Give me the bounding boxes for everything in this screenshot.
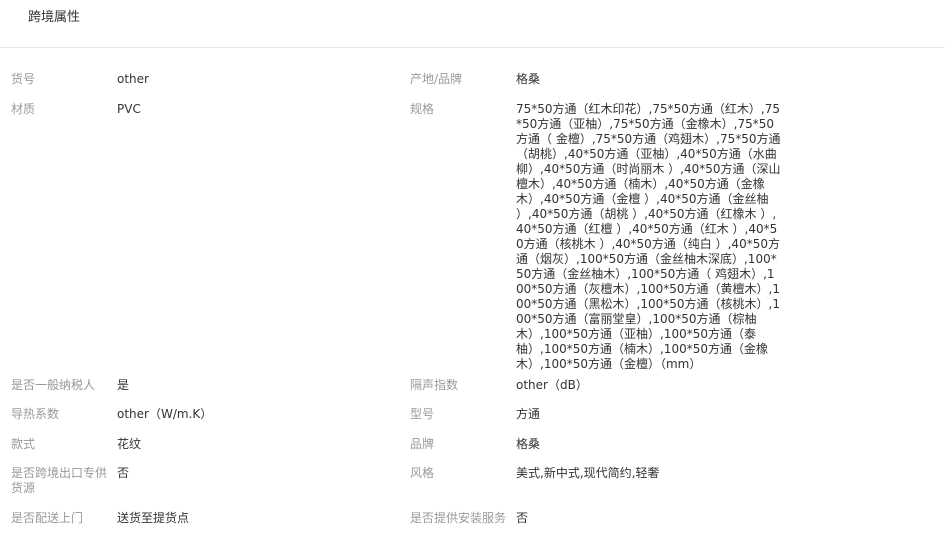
attr-label: 风格 bbox=[410, 466, 435, 480]
attr-cell-taxpayer: 是否一般纳税人 是 bbox=[0, 378, 400, 393]
attr-label: 导热系数 bbox=[11, 407, 60, 421]
attr-cell-brand: 品牌 格桑 bbox=[400, 437, 945, 452]
attr-value: 送货至提货点 bbox=[117, 511, 190, 525]
attr-cell-cross-border: 是否跨境出口专供货源 否 bbox=[0, 466, 400, 496]
section-header: 跨境属性 bbox=[0, 0, 945, 48]
attr-value: 花纹 bbox=[117, 437, 142, 451]
attr-label: 规格 bbox=[410, 102, 435, 116]
attr-cell-delivery: 是否配送上门 送货至提货点 bbox=[0, 511, 400, 526]
attr-label: 隔声指数 bbox=[410, 378, 459, 392]
attr-value: other bbox=[117, 72, 149, 86]
attr-value: 方通 bbox=[516, 407, 541, 421]
section-title: 跨境属性 bbox=[28, 10, 81, 25]
attr-row-thermal: 导热系数 other（W/m.K） 型号 方通 bbox=[0, 407, 945, 422]
attr-value: other（W/m.K） bbox=[117, 407, 213, 421]
attr-value: 否 bbox=[516, 511, 529, 525]
attr-label: 是否一般纳税人 bbox=[11, 378, 96, 392]
attr-cell-specification: 规格 75*50方通（红木印花）,75*50方通（红木）,75*50方通（亚柚）… bbox=[400, 102, 945, 372]
attr-value: 格桑 bbox=[516, 437, 541, 451]
attr-cell-pattern: 款式 花纹 bbox=[0, 437, 400, 452]
attr-label: 型号 bbox=[410, 407, 435, 421]
attr-row-cross-border: 是否跨境出口专供货源 否 风格 美式,新中式,现代简约,轻奢 bbox=[0, 466, 945, 496]
attr-label: 是否跨境出口专供货源 bbox=[11, 466, 108, 495]
attr-row-delivery: 是否配送上门 送货至提货点 是否提供安装服务 否 bbox=[0, 511, 945, 526]
attr-cell-thermal: 导热系数 other（W/m.K） bbox=[0, 407, 400, 422]
attr-label: 是否配送上门 bbox=[11, 511, 84, 525]
attr-value: 美式,新中式,现代简约,轻奢 bbox=[516, 466, 660, 480]
attr-cell-design-style: 风格 美式,新中式,现代简约,轻奢 bbox=[400, 466, 945, 481]
attr-cell-sound-insulation: 隔声指数 other（dB） bbox=[400, 378, 945, 393]
attr-label: 品牌 bbox=[410, 437, 435, 451]
attr-value: other（dB） bbox=[516, 378, 588, 392]
attr-label: 款式 bbox=[11, 437, 36, 451]
attr-row-taxpayer: 是否一般纳税人 是 隔声指数 other（dB） bbox=[0, 378, 945, 393]
attr-cell-item-number: 货号 other bbox=[0, 72, 400, 87]
attr-value: 否 bbox=[117, 466, 130, 480]
attr-row-material: 材质 PVC 规格 75*50方通（红木印花）,75*50方通（红木）,75*5… bbox=[0, 102, 945, 372]
attr-row-item-number: 货号 other 产地/品牌 格桑 bbox=[0, 72, 945, 87]
attr-label: 产地/品牌 bbox=[410, 72, 463, 86]
attr-value: PVC bbox=[117, 102, 141, 116]
attr-cell-model: 型号 方通 bbox=[400, 407, 945, 422]
attr-label: 是否提供安装服务 bbox=[410, 511, 507, 525]
attr-value: 75*50方通（红木印花）,75*50方通（红木）,75*50方通（亚柚）,75… bbox=[516, 102, 781, 371]
attr-value: 是 bbox=[117, 378, 130, 392]
attr-row-style: 款式 花纹 品牌 格桑 bbox=[0, 437, 945, 452]
attr-label: 货号 bbox=[11, 72, 36, 86]
attr-cell-origin-brand: 产地/品牌 格桑 bbox=[400, 72, 945, 87]
attr-cell-material: 材质 PVC bbox=[0, 102, 400, 117]
attr-label: 材质 bbox=[11, 102, 36, 116]
attr-value: 格桑 bbox=[516, 72, 541, 86]
attr-cell-installation: 是否提供安装服务 否 bbox=[400, 511, 945, 526]
